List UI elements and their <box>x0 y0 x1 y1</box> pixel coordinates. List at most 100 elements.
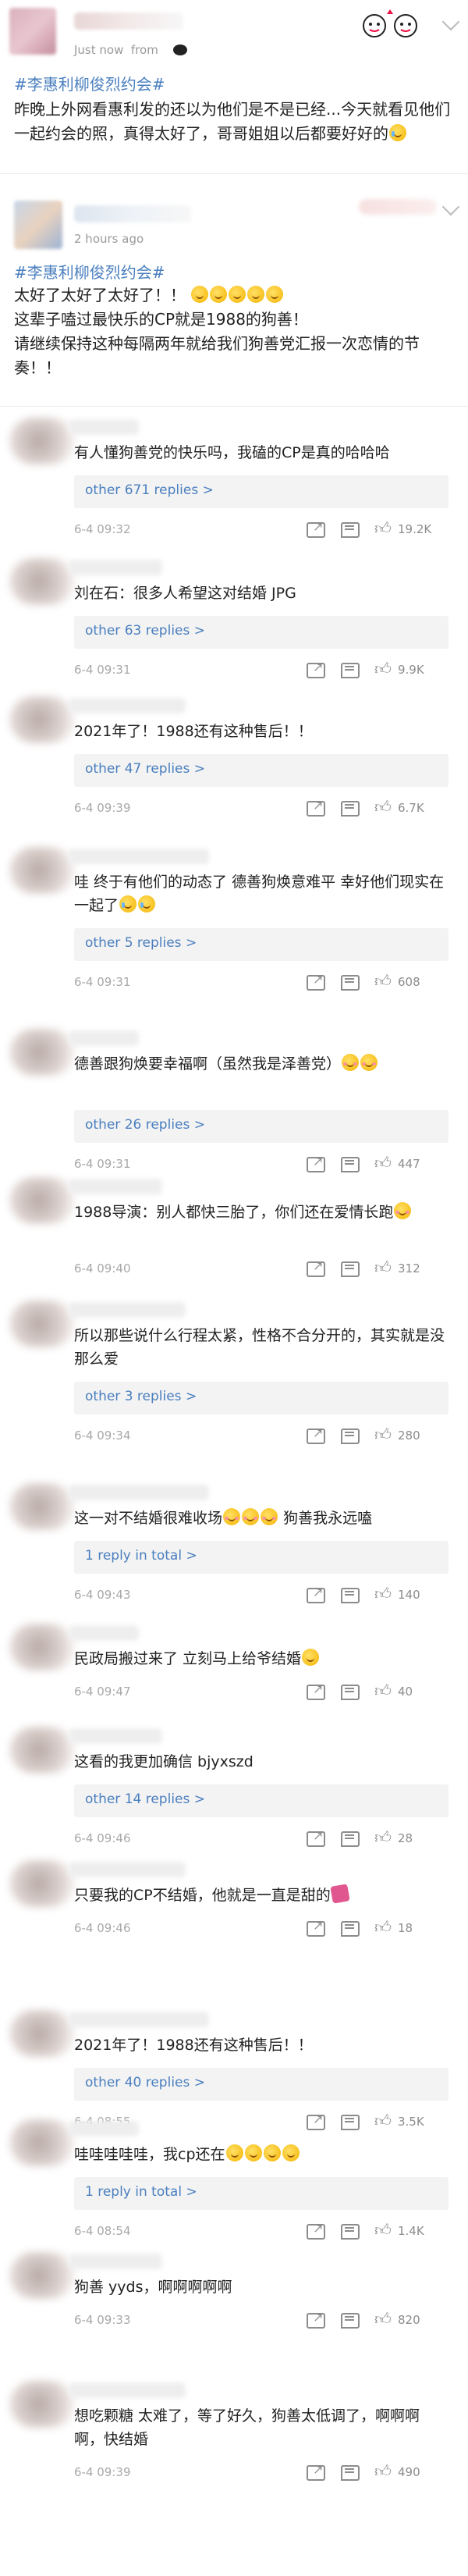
like-icon[interactable]: 👍︎ <box>374 2113 393 2129</box>
topic-hashtag[interactable]: #李惠利柳俊烈约会# <box>14 260 165 283</box>
share-icon[interactable] <box>307 1585 325 1603</box>
avatar[interactable] <box>9 8 56 55</box>
comment-icon[interactable] <box>341 801 360 817</box>
comment-icon[interactable] <box>341 1588 360 1603</box>
replies-link[interactable]: other 63 replies > <box>74 616 448 649</box>
replies-label[interactable]: other 3 replies > <box>85 1389 197 1404</box>
share-icon[interactable] <box>307 2462 325 2481</box>
replies-link[interactable]: 1 reply in total > <box>74 2177 448 2210</box>
like-icon[interactable]: 👍︎ <box>374 1830 393 1846</box>
username[interactable] <box>69 1485 209 1500</box>
like-icon[interactable]: 👍︎ <box>374 1155 393 1172</box>
like-icon[interactable]: 👍︎ <box>374 1920 393 1936</box>
share-icon[interactable] <box>307 2310 325 2329</box>
avatar[interactable] <box>9 1860 75 1907</box>
replies-link[interactable]: other 671 replies > <box>74 475 448 508</box>
comment-icon[interactable] <box>341 2115 360 2130</box>
share-icon[interactable] <box>307 2112 325 2130</box>
username[interactable] <box>69 849 209 864</box>
share-icon[interactable] <box>307 1154 325 1172</box>
chevron-down-icon[interactable] <box>441 197 460 216</box>
avatar[interactable] <box>9 1029 75 1076</box>
chevron-down-icon[interactable] <box>441 12 460 31</box>
username[interactable] <box>69 1179 162 1194</box>
replies-link[interactable]: other 5 replies > <box>74 928 448 961</box>
replies-label[interactable]: other 671 replies > <box>85 482 214 498</box>
avatar[interactable] <box>9 1727 75 1774</box>
comment-icon[interactable] <box>341 975 360 991</box>
comment-icon[interactable] <box>341 2465 360 2481</box>
comment-icon[interactable] <box>341 522 360 538</box>
share-icon[interactable] <box>307 519 325 538</box>
like-icon[interactable]: 👍︎ <box>374 1260 393 1276</box>
like-icon[interactable]: 👍︎ <box>374 973 393 990</box>
replies-link[interactable]: other 26 replies > <box>74 1110 448 1143</box>
username[interactable] <box>74 12 183 30</box>
avatar[interactable] <box>9 1300 75 1347</box>
replies-label[interactable]: other 47 replies > <box>85 761 205 777</box>
like-icon[interactable]: 👍︎ <box>374 799 393 816</box>
avatar[interactable] <box>14 201 62 249</box>
share-icon[interactable] <box>307 2221 325 2240</box>
replies-label[interactable]: other 5 replies > <box>85 935 197 951</box>
username[interactable] <box>69 560 162 575</box>
share-icon[interactable] <box>307 798 325 817</box>
share-icon[interactable] <box>307 1425 325 1444</box>
like-icon[interactable]: 👍︎ <box>374 2222 393 2239</box>
username[interactable] <box>74 205 191 222</box>
username[interactable] <box>69 1728 162 1744</box>
comment-icon[interactable] <box>341 2224 360 2240</box>
avatar[interactable] <box>9 2119 75 2166</box>
share-icon[interactable] <box>307 1918 325 1937</box>
avatar[interactable] <box>9 2252 75 2299</box>
share-icon[interactable] <box>307 660 325 678</box>
replies-label[interactable]: other 26 replies > <box>85 1117 205 1133</box>
topic-hashtag[interactable]: #李惠利柳俊烈约会# <box>14 72 165 94</box>
comment-icon[interactable] <box>341 1831 360 1847</box>
share-icon[interactable] <box>307 1681 325 1700</box>
share-icon[interactable] <box>307 1258 325 1277</box>
replies-label[interactable]: other 63 replies > <box>85 623 205 639</box>
avatar[interactable] <box>9 418 75 464</box>
replies-link[interactable]: other 47 replies > <box>74 754 448 787</box>
comment-icon[interactable] <box>341 1921 360 1937</box>
comment-icon[interactable] <box>341 1157 360 1172</box>
username[interactable] <box>69 2254 162 2269</box>
replies-link[interactable]: other 40 replies > <box>74 2068 448 2101</box>
avatar[interactable] <box>9 2381 75 2428</box>
avatar[interactable] <box>9 1624 75 1670</box>
username[interactable] <box>69 1302 186 1318</box>
like-icon[interactable]: 👍︎ <box>374 661 393 678</box>
like-icon[interactable]: 👍︎ <box>374 2311 393 2328</box>
username[interactable] <box>69 698 186 713</box>
username[interactable] <box>69 1030 139 1046</box>
username[interactable] <box>69 419 139 435</box>
replies-label[interactable]: other 40 replies > <box>85 2075 205 2090</box>
avatar[interactable] <box>9 1177 75 1224</box>
comment-icon[interactable] <box>341 1685 360 1700</box>
replies-label[interactable]: other 14 replies > <box>85 1791 205 1807</box>
share-icon[interactable] <box>307 972 325 991</box>
share-icon[interactable] <box>307 1828 325 1847</box>
username[interactable] <box>69 1625 139 1641</box>
replies-link[interactable]: 1 reply in total > <box>74 1541 448 1574</box>
like-icon[interactable]: 👍︎ <box>374 521 393 537</box>
comment-icon[interactable] <box>341 1429 360 1444</box>
avatar[interactable] <box>9 1483 75 1530</box>
replies-label[interactable]: 1 reply in total > <box>85 2184 197 2200</box>
avatar[interactable] <box>9 696 75 743</box>
avatar[interactable] <box>9 2010 75 2057</box>
like-icon[interactable]: 👍︎ <box>374 2464 393 2480</box>
comment-icon[interactable] <box>341 663 360 678</box>
username[interactable] <box>69 1862 186 1877</box>
comment-icon[interactable] <box>341 1261 360 1277</box>
replies-link[interactable]: other 3 replies > <box>74 1382 448 1414</box>
like-icon[interactable]: 👍︎ <box>374 1586 393 1603</box>
like-icon[interactable]: 👍︎ <box>374 1683 393 1699</box>
like-icon[interactable]: 👍︎ <box>374 1427 393 1443</box>
replies-label[interactable]: 1 reply in total > <box>85 1548 197 1564</box>
replies-link[interactable]: other 14 replies > <box>74 1784 448 1817</box>
username[interactable] <box>69 2012 209 2027</box>
username[interactable] <box>69 2382 186 2398</box>
username[interactable] <box>69 2121 139 2137</box>
